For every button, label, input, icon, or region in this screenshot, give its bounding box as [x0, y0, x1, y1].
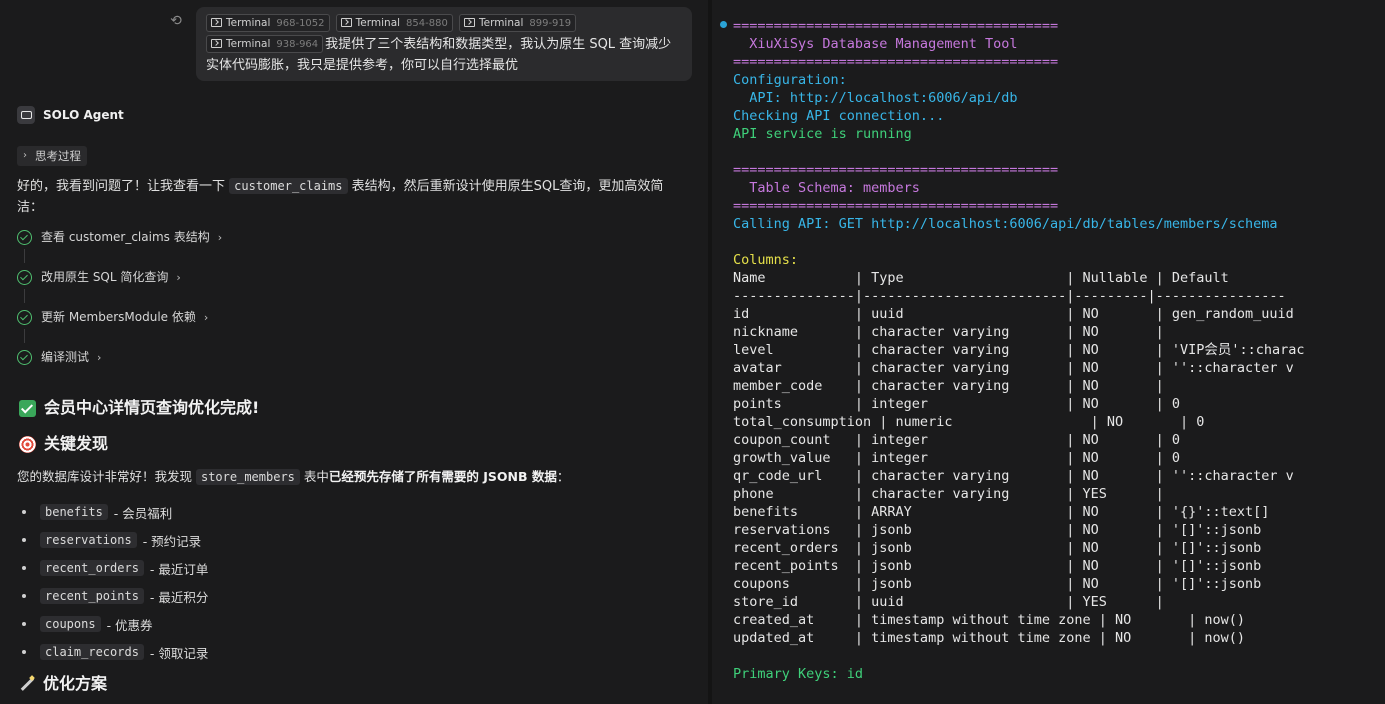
terminal-line: updated_at | timestamp without time zone… — [733, 630, 1246, 646]
task-step[interactable]: 更新 MembersModule 依赖 › — [17, 307, 317, 347]
terminal-line: phone | character varying | YES | — [733, 486, 1164, 502]
chevron-right-icon: › — [217, 231, 223, 244]
terminal-line: level | character varying | NO | 'VIP会员'… — [733, 342, 1305, 358]
chevron-right-icon: › — [23, 150, 27, 161]
terminal-line: XiuXiSys Database Management Tool — [733, 36, 1018, 52]
terminal-status-dot — [720, 21, 727, 28]
terminal-line: total_consumption | numeric | NO | 0 — [733, 414, 1205, 430]
magic-wand-icon — [19, 676, 35, 692]
check-circle-icon — [17, 350, 32, 365]
list-item: recent_orders - 最近订单 — [22, 554, 208, 582]
task-step[interactable]: 改用原生 SQL 简化查询 › — [17, 267, 317, 307]
chevron-right-icon: › — [203, 311, 209, 324]
chevron-right-icon: › — [97, 351, 102, 364]
thinking-label: 思考过程 — [35, 149, 81, 163]
terminal-line: recent_points | jsonb | NO | '[]'::jsonb — [733, 558, 1262, 574]
task-step[interactable]: 查看 customer_claims 表结构 › — [17, 227, 317, 267]
terminal-line: ---------------|------------------------… — [733, 288, 1286, 304]
heading-optimization-plan: 优化方案 — [19, 672, 107, 696]
terminal-icon — [211, 18, 222, 27]
terminal-line: benefits | ARRAY | NO | '{}'::text[] — [733, 504, 1270, 520]
terminal-line: Primary Keys: id — [733, 666, 864, 682]
list-item: claim_records - 领取记录 — [22, 638, 208, 666]
terminal-line: avatar | character varying | NO | ''::ch… — [733, 360, 1294, 376]
check-circle-icon — [17, 270, 32, 285]
terminal-line: created_at | timestamp without time zone… — [733, 612, 1246, 628]
terminal-panel[interactable]: ========================================… — [712, 0, 1385, 704]
user-message-bubble: Terminal 968-1052 Terminal 854-880 Termina… — [196, 7, 692, 81]
terminal-icon — [340, 18, 352, 27]
terminal-line: ======================================== — [733, 162, 1059, 178]
agent-logo-icon — [17, 106, 35, 124]
terminal-icon — [463, 18, 475, 27]
undo-icon[interactable]: ⟲ — [168, 13, 184, 29]
terminal-line: recent_orders | jsonb | NO | '[]'::jsonb — [733, 540, 1262, 556]
agent-intro-text: 好的，我看到问题了！让我查看一下 customer_claims 表结构，然后重… — [17, 178, 664, 215]
terminal-line: growth_value | integer | NO | 0 — [733, 450, 1181, 466]
terminal-line: id | uuid | NO | gen_random_uuid — [733, 306, 1294, 322]
terminal-line: ======================================== — [733, 18, 1059, 34]
terminal-line: nickname | character varying | NO | — [733, 324, 1164, 340]
task-step[interactable]: 编译测试 › — [17, 347, 317, 387]
list-item: benefits - 会员福利 — [22, 498, 208, 526]
terminal-line: coupon_count | integer | NO | 0 — [733, 432, 1181, 448]
terminal-line: store_id | uuid | YES | — [733, 594, 1164, 610]
terminal-line: Checking API connection... — [733, 108, 945, 124]
inline-code: store_members — [195, 469, 300, 485]
terminal-line: API service is running — [733, 126, 912, 142]
terminal-reference-chip[interactable]: Terminal 854-880 — [335, 14, 453, 32]
user-message-text: Terminal 968-1052 Terminal 854-880 Termina… — [206, 13, 682, 76]
heading-optimization-done: 会员中心详情页查询优化完成! — [19, 396, 259, 420]
terminal-reference-chip[interactable]: Terminal 938-964 — [206, 35, 324, 53]
terminal-reference-chip[interactable]: Terminal 968-1052 — [206, 14, 330, 32]
check-circle-icon — [17, 230, 32, 245]
terminal-line: Configuration: — [733, 72, 847, 88]
terminal-line: API: http://localhost:6006/api/db — [733, 90, 1018, 106]
terminal-line: ======================================== — [733, 54, 1059, 70]
terminal-reference-chip[interactable]: Terminal 899-919 — [458, 14, 577, 32]
terminal-icon — [211, 39, 222, 48]
terminal-line: Calling API: GET http://localhost:6006/a… — [733, 216, 1278, 232]
terminal-line: member_code | character varying | NO | — [733, 378, 1164, 394]
terminal-line: points | integer | NO | 0 — [733, 396, 1181, 412]
heading-key-findings: 关键发现 — [19, 432, 108, 456]
thinking-toggle[interactable]: › 思考过程 — [17, 146, 87, 166]
list-item: recent_points - 最近积分 — [22, 582, 208, 610]
list-item: reservations - 预约记录 — [22, 526, 208, 554]
chevron-right-icon: › — [176, 271, 181, 284]
terminal-line: Table Schema: members — [733, 180, 920, 196]
findings-text: 您的数据库设计非常好！我发现 store_members 表中已经预先存储了所有… — [17, 469, 570, 485]
list-item: coupons - 优惠券 — [22, 610, 208, 638]
field-list: benefits - 会员福利 reservations - 预约记录 recent… — [22, 498, 208, 666]
terminal-line: qr_code_url | character varying | NO | '… — [733, 468, 1294, 484]
inline-code: customer_claims — [229, 178, 348, 194]
terminal-line: coupons | jsonb | NO | '[]'::jsonb — [733, 576, 1262, 592]
agent-header: SOLO Agent — [17, 106, 124, 124]
agent-name: SOLO Agent — [43, 108, 124, 122]
terminal-line: Columns: — [733, 252, 799, 268]
check-mark-button-icon — [19, 399, 36, 417]
chat-panel: ⟲ Terminal 968-1052 Terminal 854-880 Termi… — [0, 0, 708, 704]
target-icon — [19, 435, 36, 453]
terminal-line: ======================================== — [733, 198, 1059, 214]
check-circle-icon — [17, 310, 32, 325]
terminal-line: Name | Type | Nullable | Default — [733, 270, 1229, 286]
task-steps: 查看 customer_claims 表结构 › 改用原生 SQL 简化查询 ›… — [17, 227, 317, 387]
terminal-line: reservations | jsonb | NO | '[]'::jsonb — [733, 522, 1262, 538]
